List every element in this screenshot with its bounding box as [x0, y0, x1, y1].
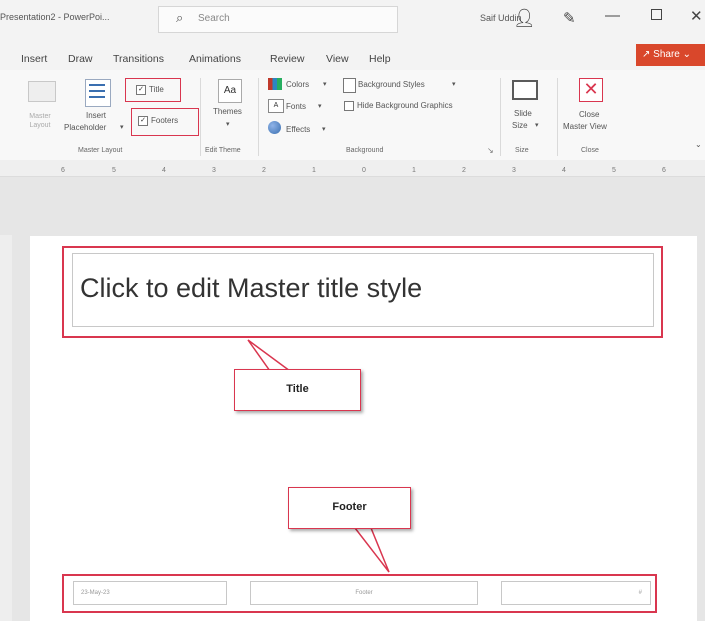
- title-callout-pointer: [247, 339, 293, 372]
- footer-text-placeholder[interactable]: Footer: [250, 581, 478, 605]
- footer-date-placeholder[interactable]: 23-May-23: [73, 581, 227, 605]
- footer-callout-pointer: [353, 527, 390, 573]
- footer-callout: Footer: [288, 487, 411, 529]
- title-callout: Title: [234, 369, 361, 411]
- footer-slide-number-placeholder[interactable]: #: [501, 581, 651, 605]
